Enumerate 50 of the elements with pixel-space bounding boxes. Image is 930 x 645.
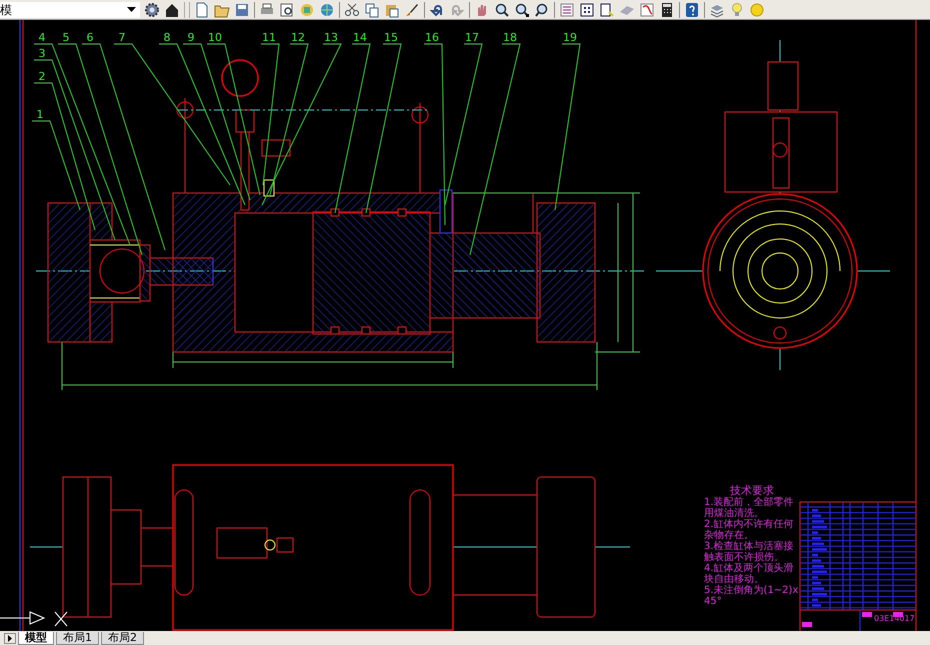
- part-number-label: 4: [38, 31, 46, 44]
- brush-icon[interactable]: [404, 2, 420, 18]
- technical-requirement-text: 1.装配前，全部零件用煤油清洗。: [704, 497, 795, 519]
- layout-tab[interactable]: 模型: [18, 632, 54, 644]
- design-center-icon[interactable]: [579, 2, 595, 18]
- technical-requirement-text: 4.缸体及两个顶头滑块自由移动。: [704, 563, 795, 585]
- part-number-label: 6: [86, 31, 94, 44]
- markup-icon[interactable]: [639, 2, 655, 18]
- part-number-label: 16: [425, 31, 439, 44]
- zoom-previous-icon[interactable]: [534, 2, 550, 18]
- save-icon[interactable]: [234, 2, 250, 18]
- layout-tab[interactable]: 布局2: [101, 632, 144, 644]
- help-icon[interactable]: [684, 2, 700, 18]
- zoom-icon[interactable]: [494, 2, 510, 18]
- part-number-label: 17: [465, 31, 479, 44]
- caret-icon: [127, 7, 136, 12]
- part-number-label: 3: [38, 47, 46, 60]
- part-number-label: 19: [563, 31, 577, 44]
- part-number-label: 7: [118, 31, 126, 44]
- calculator-icon[interactable]: [659, 2, 675, 18]
- zoom-window-icon[interactable]: [514, 2, 530, 18]
- tool-palette-icon[interactable]: [599, 2, 615, 18]
- technical-requirements-title: 技术要求: [729, 485, 774, 496]
- workspace-dropdown[interactable]: 模: [0, 2, 140, 18]
- technical-requirement-text: 5.未注倒角为(1~2)x45°: [704, 585, 800, 607]
- part-number-label: 1: [36, 108, 44, 121]
- properties-icon[interactable]: [559, 2, 575, 18]
- scissors-icon[interactable]: [344, 2, 360, 18]
- part-number-label: 14: [353, 31, 367, 44]
- part-number-label: 13: [324, 31, 338, 44]
- part-number-label: 9: [188, 31, 194, 44]
- part-number-label: 11: [262, 31, 276, 44]
- part-number-label: 12: [291, 31, 305, 44]
- technical-requirement-text: 2.缸体内不许有任何杂物存在。: [704, 519, 795, 541]
- copy-icon[interactable]: [364, 2, 380, 18]
- part-number-label: 18: [503, 31, 517, 44]
- globe-icon[interactable]: [319, 2, 335, 18]
- tab-scroll-button[interactable]: [4, 632, 16, 644]
- new-file-icon[interactable]: [194, 2, 210, 18]
- preview-icon[interactable]: [279, 2, 295, 18]
- ucs-icon: [0, 612, 68, 626]
- part-number-label: 8: [164, 31, 170, 44]
- technical-requirement-text: 3.检查缸体与活塞接触表面不许损伤。: [704, 541, 795, 563]
- part-number-label: 15: [384, 31, 398, 44]
- part-number-label: 5: [62, 31, 70, 44]
- layout-tab[interactable]: 布局1: [56, 632, 99, 644]
- part-number-label: 2: [38, 70, 46, 83]
- house-icon[interactable]: [164, 2, 180, 18]
- gear-icon[interactable]: [144, 2, 160, 18]
- part-number-label: 10: [208, 31, 222, 44]
